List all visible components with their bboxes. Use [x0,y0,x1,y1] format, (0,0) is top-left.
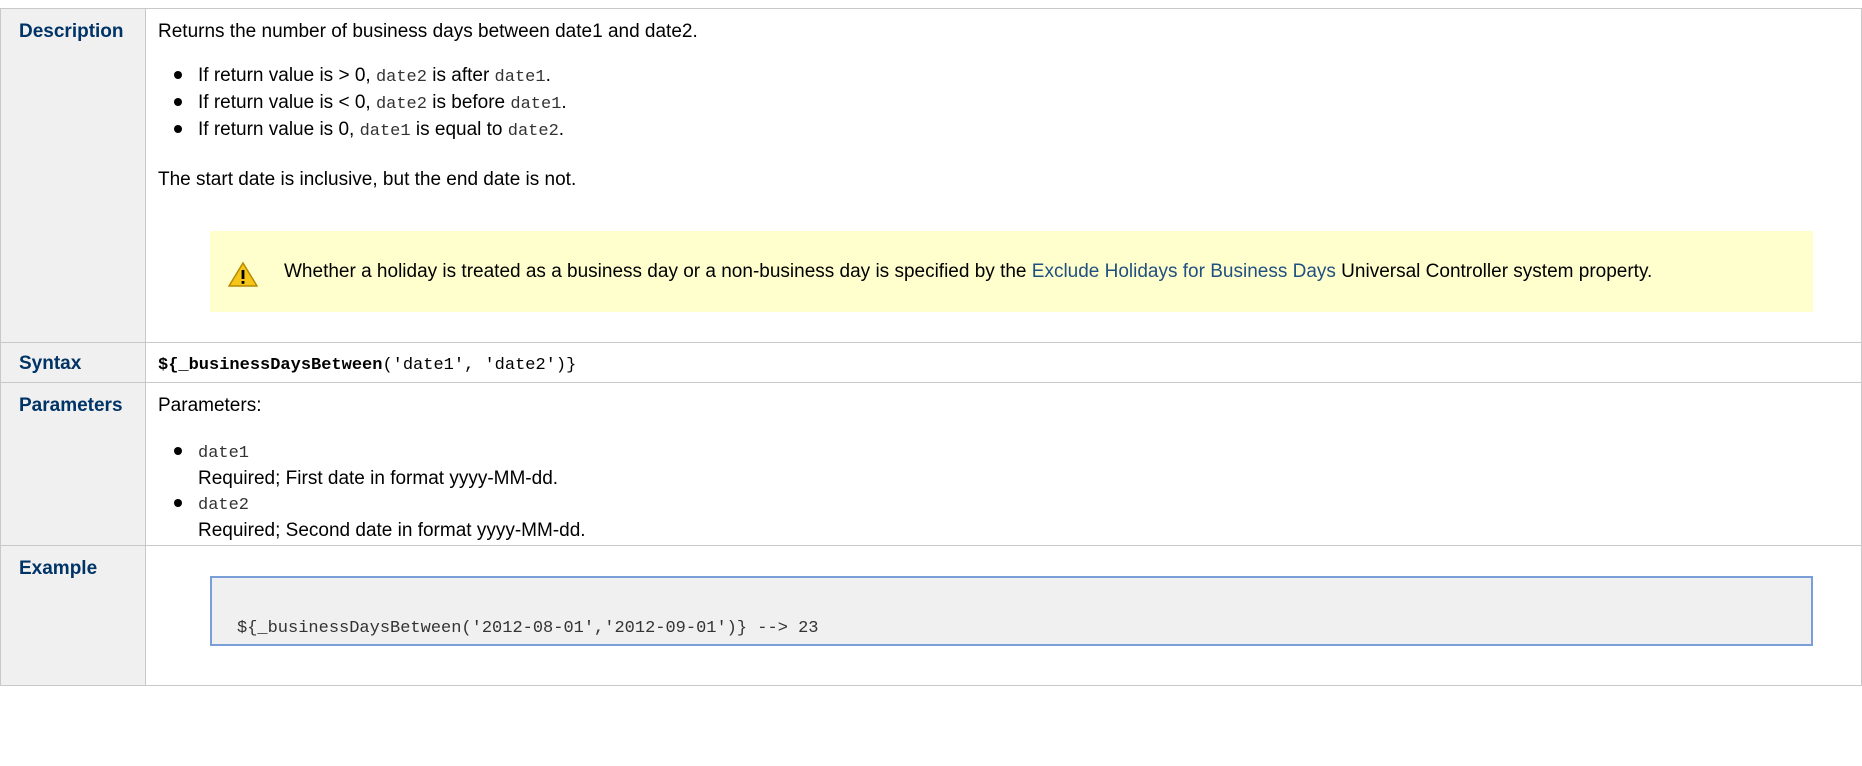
description-note: The start date is inclusive, but the end… [158,169,577,190]
code-date: date2 [507,122,559,141]
code-date: date1 [494,68,546,87]
parameter-description: Required; First date in format yyyy-MM-d… [198,468,559,489]
exclude-holidays-link[interactable]: Exclude Holidays for Business Days [1032,261,1336,282]
syntax-cell: ${_businessDaysBetween('date1', 'date2')… [145,342,1862,383]
return-value-list: If return value is > 0, date2 is after d… [158,63,1861,144]
description-cell: Returns the number of business days betw… [145,8,1862,343]
syntax-row: Syntax ${_businessDaysBetween('date1', '… [0,342,1862,383]
bullet-text: . [545,65,551,86]
bullet-text: . [561,92,567,113]
parameter-name: date1 [198,444,250,463]
example-code: ${_businessDaysBetween('2012-08-01','201… [237,619,819,638]
bullet-text: If return value is < 0, [198,92,376,113]
list-item: date1 Required; First date in format yyyy… [174,439,1861,491]
code-date: date2 [375,68,427,87]
example-code-block: ${_businessDaysBetween('2012-08-01','201… [210,576,1813,646]
example-row: Example ${_businessDaysBetween('2012-08-… [0,545,1862,686]
code-date: date1 [510,95,562,114]
syntax-function-name: _businessDaysBetween [178,356,383,375]
function-doc-table: Description Returns the number of busine… [0,8,1862,686]
parameters-header: Parameters [0,382,146,546]
list-item: If return value is 0, date1 is equal to … [174,117,1861,144]
warning-icon [228,261,258,287]
parameters-cell: Parameters: date1 Required; First date in… [145,382,1862,546]
warning-text-end: Universal Controller system property. [1335,261,1653,282]
warning-panel: Whether a holiday is treated as a busine… [210,231,1813,312]
list-item: date2 Required; Second date in format yyy… [174,491,1861,543]
syntax-arguments: ('date1', 'date2')} [382,356,577,375]
code-date: date1 [359,122,411,141]
list-item: If return value is < 0, date2 is before … [174,90,1861,117]
syntax-open: ${ [158,356,179,375]
example-cell: ${_businessDaysBetween('2012-08-01','201… [145,545,1862,686]
bullet-text: is equal to [410,119,508,140]
bullet-text: If return value is 0, [198,119,360,140]
bullet-text: If return value is > 0, [198,65,376,86]
parameter-name: date2 [198,496,250,515]
parameters-intro: Parameters: [158,395,262,416]
list-item: If return value is > 0, date2 is after d… [174,63,1861,90]
bullet-text: . [558,119,565,140]
syntax-header: Syntax [0,342,146,383]
description-row: Description Returns the number of busine… [0,8,1862,343]
parameter-list: date1 Required; First date in format yyyy… [158,439,1861,543]
warning-text: Whether a holiday is treated as a busine… [284,261,1032,282]
bullet-text: is after [426,65,495,86]
description-intro: Returns the number of business days betw… [158,21,698,42]
example-header: Example [0,545,146,686]
bullet-text: is before [426,92,511,113]
code-date: date2 [375,95,427,114]
parameter-description: Required; Second date in format yyyy-MM-… [198,520,586,541]
parameters-row: Parameters Parameters: date1 Required; Fi… [0,382,1862,546]
description-header: Description [0,8,146,343]
